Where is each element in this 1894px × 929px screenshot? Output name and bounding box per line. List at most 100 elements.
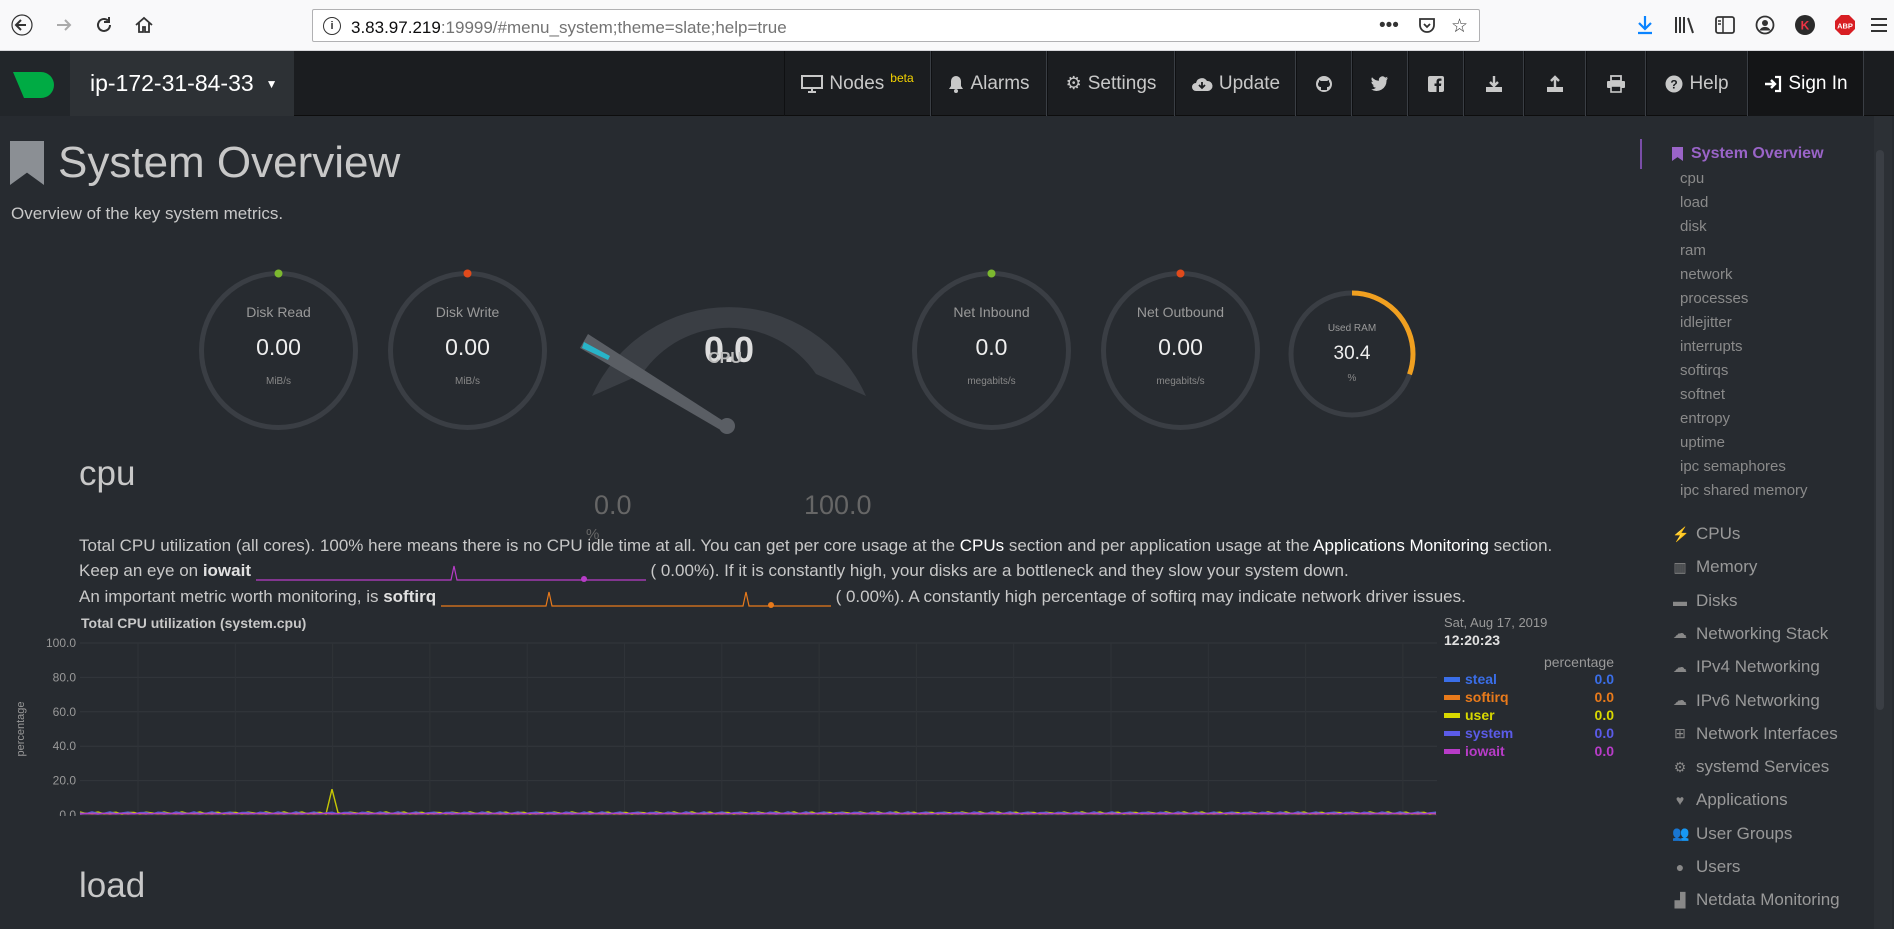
account-icon[interactable]	[1752, 12, 1778, 38]
cogs-icon: ⚙	[1673, 758, 1687, 775]
sidebar-item-disks[interactable]: ▬ Disks	[1672, 591, 1738, 611]
sidebar-toggle-icon[interactable]	[1712, 12, 1738, 38]
sidebar-subitem-entropy[interactable]: entropy	[1680, 410, 1730, 427]
page-title: System Overview	[10, 138, 400, 188]
legend-item-softirq[interactable]: softirq 0.0	[1444, 688, 1614, 706]
sidebar-subitem-load[interactable]: load	[1680, 194, 1708, 211]
sign-in-icon	[1765, 75, 1782, 92]
sidebar-item-label: Disks	[1696, 590, 1738, 610]
twitter-button[interactable]	[1352, 51, 1408, 116]
forward-button[interactable]	[46, 7, 82, 43]
gauge-title: Net Outbound	[1136, 304, 1225, 320]
sidebar-subitem-processes[interactable]: processes	[1680, 290, 1748, 307]
legend-item-iowait[interactable]: iowait 0.0	[1444, 742, 1614, 760]
sidebar-item-ipv4-networking[interactable]: ☁ IPv4 Networking	[1672, 657, 1820, 677]
disk-read-gauge[interactable]: Disk Read 0.00 MiB/s	[196, 268, 361, 433]
cpu-chart[interactable]: 100.080.060.040.020.00.012:14:0012:14:30…	[0, 621, 1440, 816]
url-path: :19999/#menu_system;theme=slate;help=tru…	[440, 18, 787, 37]
cpu-gauge-min: 0.0	[594, 490, 632, 520]
facebook-button[interactable]	[1408, 51, 1464, 116]
legend-series-name: user	[1465, 707, 1495, 723]
save-snapshot-button[interactable]	[1464, 51, 1524, 116]
github-button[interactable]	[1296, 51, 1352, 116]
cpu-gauge[interactable]: 0.0 CPU 0.0 100.0 %	[560, 226, 890, 543]
back-arrow-icon	[11, 14, 33, 36]
sidebar-item-networking-stack[interactable]: ☁ Networking Stack	[1672, 624, 1828, 644]
sidebar-item-label: Applications	[1696, 790, 1788, 810]
sidebar-item-users[interactable]: ● Users	[1672, 857, 1741, 877]
sidebar-subitem-idlejitter[interactable]: idlejitter	[1680, 314, 1732, 331]
section-heading-cpu: cpu	[79, 454, 136, 493]
legend-item-steal[interactable]: steal 0.0	[1444, 670, 1614, 688]
library-icon[interactable]	[1672, 12, 1698, 38]
user-icon: ●	[1675, 859, 1685, 875]
sidebar-subitem-ipc-shared-memory[interactable]: ipc shared memory	[1680, 482, 1808, 499]
sidebar-item-system-overview[interactable]: System Overview	[1672, 145, 1824, 163]
scrollbar-thumb[interactable]	[1876, 150, 1884, 710]
disk-write-gauge[interactable]: Disk Write 0.00 MiB/s	[385, 268, 550, 433]
sign-in-button[interactable]: Sign In	[1748, 51, 1864, 116]
adblock-icon[interactable]: ABP	[1832, 12, 1858, 38]
sidebar-item-netdata-monitoring[interactable]: ▟ Netdata Monitoring	[1672, 890, 1840, 910]
net-inbound-gauge[interactable]: Net Inbound 0.0 megabits/s	[909, 268, 1074, 433]
star-icon[interactable]: ☆	[1451, 15, 1468, 38]
sidebar-item-network-interfaces[interactable]: ⊞ Network Interfaces	[1672, 724, 1838, 744]
sidebar-subitem-softnet[interactable]: softnet	[1680, 386, 1725, 403]
extension-k-icon[interactable]: K	[1792, 12, 1818, 38]
netdata-logo[interactable]	[0, 51, 70, 116]
used-ram-gauge[interactable]: Used RAM 30.4 %	[1287, 289, 1417, 419]
facebook-icon	[1428, 75, 1444, 92]
iowait-sparkline[interactable]	[255, 562, 646, 582]
sidebar-subitem-ram[interactable]: ram	[1680, 242, 1706, 259]
legend-item-user[interactable]: user 0.0	[1444, 706, 1614, 724]
home-button[interactable]	[126, 7, 162, 43]
alarms-button[interactable]: Alarms	[931, 51, 1047, 116]
back-button[interactable]	[4, 7, 40, 43]
cpus-link[interactable]: CPUs	[960, 536, 1004, 555]
download-icon[interactable]	[1632, 12, 1658, 38]
heartbeat-icon: ♥	[1675, 792, 1685, 809]
sidebar-subitem-cpu[interactable]: cpu	[1680, 170, 1704, 187]
softirq-sparkline[interactable]	[440, 588, 831, 608]
info-icon[interactable]: i	[323, 17, 341, 35]
sidebar-subitem-uptime[interactable]: uptime	[1680, 434, 1725, 451]
nodes-button[interactable]: Nodes beta	[784, 51, 931, 116]
update-button[interactable]: Update	[1175, 51, 1296, 116]
page-actions-icon[interactable]: •••	[1379, 15, 1399, 37]
sidebar-item-cpus[interactable]: ⚡ CPUs	[1672, 524, 1740, 544]
nodes-label: Nodes	[829, 72, 885, 94]
sidebar-item-applications[interactable]: ♥ Applications	[1672, 790, 1788, 810]
hostname-dropdown[interactable]: ip-172-31-84-33 ▼	[70, 51, 294, 116]
reload-button[interactable]	[86, 7, 122, 43]
twitter-icon	[1371, 75, 1388, 91]
import-snapshot-button[interactable]	[1524, 51, 1586, 116]
sidebar-subitem-network[interactable]: network	[1680, 266, 1733, 283]
print-button[interactable]	[1586, 51, 1646, 116]
sidebar-subitem-disk[interactable]: disk	[1680, 218, 1707, 235]
pocket-icon[interactable]	[1417, 15, 1437, 41]
sidebar-subitem-interrupts[interactable]: interrupts	[1680, 338, 1743, 355]
legend-item-system[interactable]: system 0.0	[1444, 724, 1614, 742]
url-bar[interactable]: i 3.83.97.219:19999/#menu_system;theme=s…	[312, 9, 1480, 42]
sidebar-item-ipv6-networking[interactable]: ☁ IPv6 Networking	[1672, 691, 1820, 711]
net-outbound-gauge[interactable]: Net Outbound 0.00 megabits/s	[1098, 268, 1263, 433]
help-button[interactable]: ? Help	[1646, 51, 1748, 116]
sidebar-item-label: systemd Services	[1696, 757, 1830, 777]
sidebar-subitem-softirqs[interactable]: softirqs	[1680, 362, 1728, 379]
svg-text:?: ?	[1671, 77, 1678, 91]
applications-monitoring-link[interactable]: Applications Monitoring	[1313, 536, 1489, 555]
sidebar-item-label: IPv4 Networking	[1696, 657, 1820, 677]
cloud-download-icon	[1191, 77, 1213, 91]
sidebar-item-label: Network Interfaces	[1696, 723, 1838, 743]
url-host: 3.83.97.219	[351, 18, 441, 37]
sidebar-item-memory[interactable]: ▥ Memory	[1672, 557, 1757, 577]
gauge-title: Disk Write	[435, 304, 500, 320]
cpu-description-line3: An important metric worth monitoring, is…	[79, 587, 1466, 608]
sidebar-item-user-groups[interactable]: 👥 User Groups	[1672, 824, 1792, 844]
sidebar-item-systemd-services[interactable]: ⚙ systemd Services	[1672, 757, 1829, 777]
menu-icon[interactable]	[1868, 12, 1890, 38]
y-tick-label: 40.0	[53, 739, 77, 753]
sidebar-subitem-ipc-semaphores[interactable]: ipc semaphores	[1680, 458, 1786, 475]
settings-button[interactable]: ⚙ Settings	[1047, 51, 1175, 116]
caret-down-icon: ▼	[265, 76, 278, 91]
